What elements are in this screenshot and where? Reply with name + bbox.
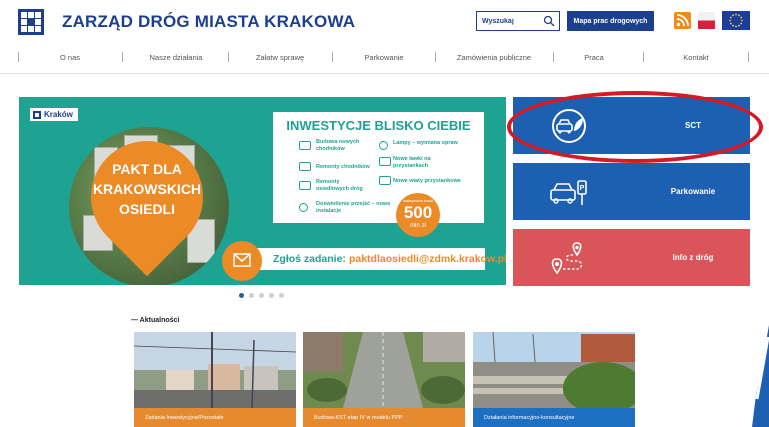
investment-item: Nowe wiaty przystankowe — [393, 178, 461, 184]
pakt-line: OSIEDLI — [118, 201, 175, 217]
budget-badge-amount: 500 — [403, 203, 433, 222]
investment-item: Doświetlenie przejść – nowe instalacje — [316, 201, 391, 214]
news-card[interactable]: Zadania Inwestycyjne/Pozostałe — [134, 332, 296, 427]
nav-item-zamowienia-publiczne[interactable]: Zamówienia publiczne — [444, 47, 544, 67]
polish-flag-icon[interactable] — [698, 12, 715, 29]
bulb-icon — [299, 203, 308, 212]
carousel-dot[interactable] — [249, 293, 254, 298]
news-caption[interactable]: Budowa KST etap IV w modelu PPP — [303, 408, 465, 427]
site-title[interactable]: ZARZĄD DRÓG MIASTA KRAKOWA — [62, 12, 355, 32]
report-label: Zgłoś zadanie: — [273, 253, 346, 265]
nav-item-zalatw-sprawe[interactable]: Załatw sprawę — [238, 47, 322, 67]
krakow-label-text: Kraków — [44, 110, 73, 119]
eu-flag-icon[interactable] — [722, 11, 750, 30]
tile-info-z-drog[interactable]: Info z dróg — [513, 229, 750, 286]
search-icon[interactable] — [543, 15, 555, 27]
route-pin-icon — [551, 242, 583, 275]
nav-separator — [435, 52, 436, 62]
search-input[interactable] — [477, 12, 541, 30]
news-image — [303, 332, 465, 408]
budget-badge-unit: mln zł — [410, 223, 426, 229]
tile-parkowanie[interactable]: P Parkowanie — [513, 163, 750, 220]
news-card[interactable]: Działania informacyjno-konsultacyjne — [473, 332, 635, 427]
sidewalk-repair-icon — [299, 162, 311, 171]
map-button[interactable]: Mapa prac drogowych — [567, 11, 654, 31]
bus-shelter-icon — [379, 176, 391, 185]
nav-separator — [332, 52, 333, 62]
nav-separator — [748, 52, 749, 62]
mail-icon — [233, 253, 251, 267]
parking-meter-icon: P — [550, 180, 587, 205]
search-box[interactable] — [476, 11, 560, 31]
news-image — [134, 332, 296, 408]
nav-separator — [228, 52, 229, 62]
page: ZARZĄD DRÓG MIASTA KRAKOWA Mapa prac dro… — [0, 0, 769, 427]
carousel-dot[interactable] — [269, 293, 274, 298]
nav-item-o-nas[interactable]: O nas — [34, 47, 106, 67]
news-caption[interactable]: Działania informacyjno-konsultacyjne — [473, 408, 635, 427]
investments-title: INWESTYCJE BLISKO CIEBIE — [286, 118, 471, 133]
carousel-dot[interactable] — [279, 293, 284, 298]
news-image — [473, 332, 635, 408]
report-email[interactable]: paktdlaosiedli@zdmk.krakow.pl — [349, 253, 506, 265]
sidewalk-icon — [299, 141, 311, 150]
report-text[interactable]: Zgłoś zadanie: paktdlaosiedli@zdmk.krako… — [273, 248, 506, 270]
carousel-dot[interactable] — [259, 293, 264, 298]
budget-badge: maksymalna kwota 500 mln zł — [396, 193, 440, 237]
svg-text:P: P — [580, 185, 585, 192]
nav-separator — [122, 52, 123, 62]
decorative-edge-graphic — [752, 325, 769, 427]
nav-separator — [18, 52, 19, 62]
road-icon — [299, 181, 311, 190]
investment-item: Lampy – wymiana opraw — [393, 140, 458, 146]
lamp-icon — [379, 141, 388, 150]
bench-icon — [379, 157, 391, 166]
main-nav: O nas Nasze działania Załatw sprawę Park… — [14, 47, 754, 67]
nav-item-nasze-dzialania[interactable]: Nasze działania — [134, 47, 218, 67]
pakt-line: KRAKOWSKICH — [92, 181, 202, 197]
tile-info-label: Info z dróg — [672, 253, 714, 262]
investment-item: Remonty osiedlowych dróg — [316, 179, 363, 192]
pakt-title: PAKT DLA KRAKOWSKICH OSIEDLI — [91, 159, 203, 219]
highlight-ellipse — [507, 91, 763, 163]
nav-item-kontakt[interactable]: Kontakt — [654, 47, 738, 67]
krakow-label: Kraków — [30, 108, 78, 121]
news-card[interactable]: Budowa KST etap IV w modelu PPP — [303, 332, 465, 427]
news-heading: — Aktualności — [131, 317, 180, 324]
krakow-logo-icon — [33, 110, 41, 119]
investments-box: INWESTYCJE BLISKO CIEBIE Budowa nowych c… — [273, 112, 484, 223]
investment-item: Remonty chodników — [316, 164, 370, 170]
hero-banner[interactable]: Kraków PAKT DLA KRAKOWSKICH OSIEDLI INWE… — [19, 97, 506, 285]
investment-item: Budowa nowych chodników — [316, 139, 360, 152]
header: ZARZĄD DRÓG MIASTA KRAKOWA Mapa prac dro… — [0, 0, 769, 42]
tile-parkowanie-label: Parkowanie — [670, 187, 716, 196]
nav-divider — [0, 73, 769, 74]
carousel-dots — [239, 293, 284, 299]
nav-separator — [553, 52, 554, 62]
investment-item: Nowe ławki na przystankach — [393, 156, 431, 169]
news-caption[interactable]: Zadania Inwestycyjne/Pozostałe — [134, 408, 296, 427]
carousel-dot[interactable] — [239, 293, 244, 298]
pakt-line: PAKT DLA — [112, 161, 182, 177]
nav-item-praca[interactable]: Praca — [562, 47, 626, 67]
nav-item-parkowanie[interactable]: Parkowanie — [342, 47, 426, 67]
rss-icon[interactable] — [674, 12, 691, 29]
nav-separator — [643, 52, 644, 62]
krakow-logo-icon[interactable] — [18, 9, 44, 35]
